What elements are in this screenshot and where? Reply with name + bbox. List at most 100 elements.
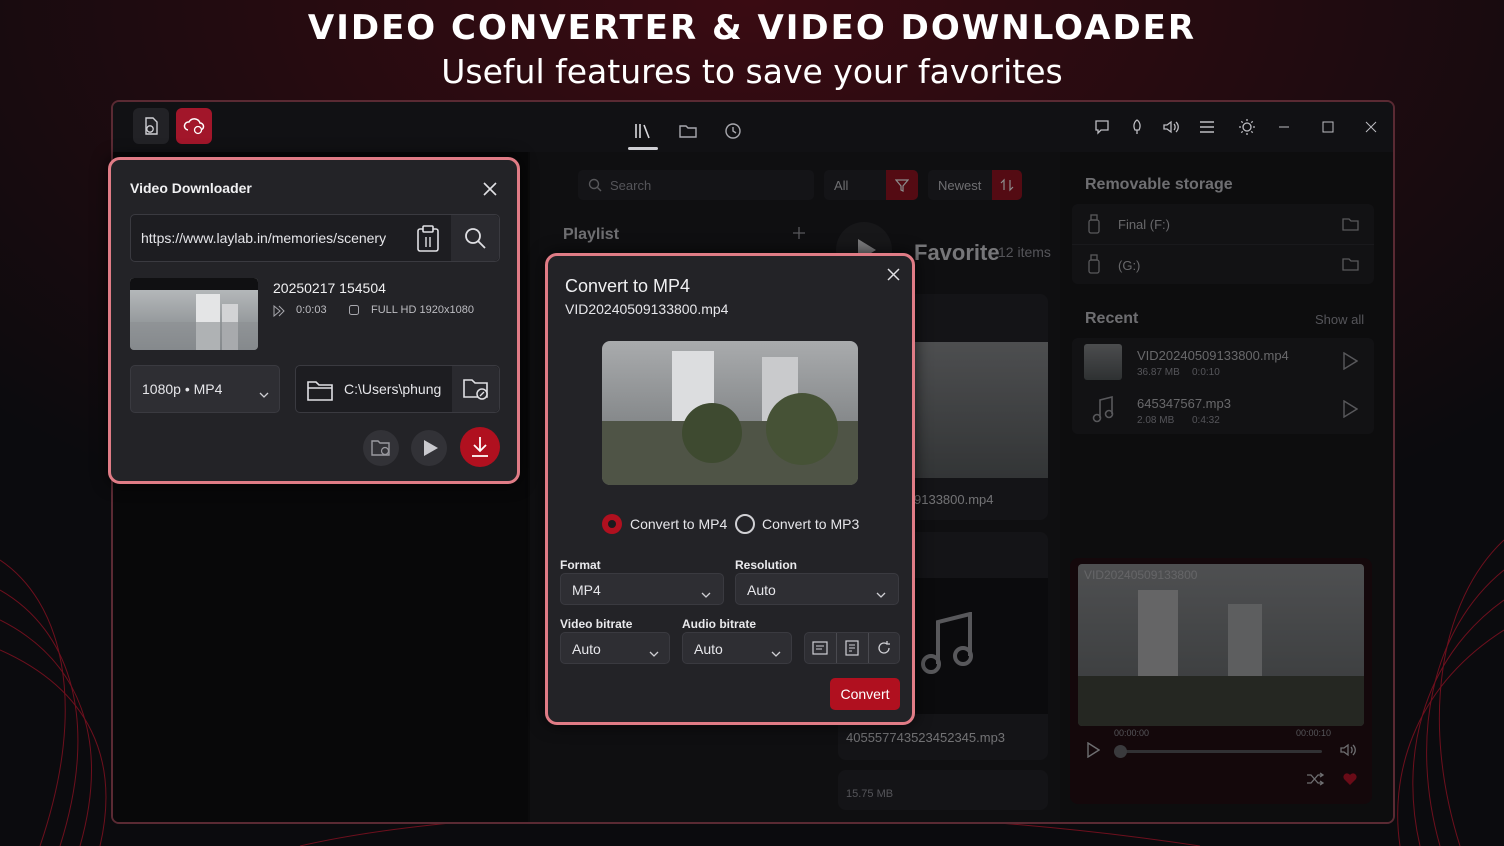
right-sidebar: Removable storage Final (F:) (G:) Recent… xyxy=(1060,152,1393,822)
music-note-icon xyxy=(1092,395,1114,429)
radio-convert-mp3[interactable] xyxy=(735,514,755,534)
radio-convert-mp4[interactable] xyxy=(602,514,622,534)
sort-select[interactable]: Newest xyxy=(928,170,1022,200)
chat-icon[interactable] xyxy=(1089,114,1115,140)
convert-dialog: Convert to MP4 VID20240509133800.mp4 Con… xyxy=(545,253,915,725)
convert-filename: VID20240509133800.mp4 xyxy=(565,301,729,317)
downloader-title: Video Downloader xyxy=(130,180,252,196)
close-icon[interactable] xyxy=(887,268,900,286)
format-dropdown[interactable]: 1080p • MP4 xyxy=(130,365,280,413)
history-icon[interactable] xyxy=(720,118,746,144)
add-playlist-icon[interactable] xyxy=(792,226,806,245)
show-all-link[interactable]: Show all xyxy=(1315,312,1364,327)
play-icon[interactable] xyxy=(1342,351,1359,375)
filter-icon[interactable] xyxy=(886,170,918,200)
audio-bitrate-label: Audio bitrate xyxy=(682,617,756,631)
trim-icon[interactable] xyxy=(811,640,829,661)
recent-thumbnail xyxy=(1084,344,1122,380)
player-seek-bar[interactable] xyxy=(1114,745,1322,758)
minimize-icon[interactable] xyxy=(1271,114,1297,140)
favorite-heart-icon[interactable] xyxy=(1342,772,1358,791)
recent-item[interactable]: VID20240509133800.mp4 36.87 MB 0:0:10 xyxy=(1072,338,1374,386)
audio-bitrate-dropdown[interactable]: Auto xyxy=(682,632,792,664)
rocket-icon[interactable] xyxy=(1124,114,1150,140)
drive-item[interactable]: (G:) xyxy=(1072,244,1374,284)
convert-button[interactable]: Convert xyxy=(830,678,900,710)
recent-size: 36.87 MB xyxy=(1137,367,1180,378)
search-icon xyxy=(464,227,486,254)
filter-value: All xyxy=(834,178,849,193)
subtitle-icon[interactable] xyxy=(843,640,861,661)
recent-duration: 0:0:10 xyxy=(1192,367,1220,378)
resolution-dropdown[interactable]: Auto xyxy=(735,573,899,605)
open-folder-icon[interactable] xyxy=(1342,256,1360,277)
usb-drive-icon xyxy=(1088,254,1100,279)
preview-play-button[interactable] xyxy=(411,430,447,466)
removable-storage-title: Removable storage xyxy=(1085,176,1233,193)
video-quality: FULL HD 1920x1080 xyxy=(371,304,474,316)
sort-icon[interactable] xyxy=(992,170,1022,200)
download-icon xyxy=(471,436,489,463)
save-path-field[interactable]: C:\Users\phung xyxy=(295,365,500,413)
recent-item[interactable]: 645347567.mp3 2.08 MB 0:4:32 xyxy=(1072,386,1374,434)
resolution-value: Auto xyxy=(747,582,776,598)
promo-subtitle: Useful features to save your favorites xyxy=(441,52,1063,91)
paste-icon[interactable] xyxy=(415,225,441,258)
cloud-download-icon[interactable] xyxy=(176,108,212,144)
resolution-label: Resolution xyxy=(735,558,797,572)
url-value: https://www.laylab.in/memories/scenery xyxy=(141,230,387,246)
radio-mp4-label: Convert to MP4 xyxy=(630,516,728,532)
sort-value: Newest xyxy=(938,178,982,193)
url-input[interactable]: https://www.laylab.in/memories/scenery xyxy=(130,214,500,262)
player-seek-knob[interactable] xyxy=(1114,745,1127,758)
active-tab-indicator xyxy=(628,147,658,150)
chevron-down-icon xyxy=(649,645,659,663)
card-filename: 9133800.mp4 xyxy=(914,492,994,507)
search-input[interactable]: Search xyxy=(578,170,814,200)
file-convert-icon[interactable] xyxy=(133,108,169,144)
folder-icon[interactable] xyxy=(675,118,701,144)
folder-icon xyxy=(307,379,333,406)
favorite-count: 12 items xyxy=(998,244,1051,260)
maximize-icon[interactable] xyxy=(1315,114,1341,140)
player-video[interactable]: VID20240509133800 xyxy=(1078,564,1364,726)
format-value: MP4 xyxy=(572,582,601,598)
format-dropdown[interactable]: MP4 xyxy=(560,573,724,605)
close-icon[interactable] xyxy=(483,182,497,201)
playlist-label: Playlist xyxy=(563,226,620,243)
close-icon[interactable] xyxy=(1358,114,1384,140)
browse-folder-button[interactable] xyxy=(452,366,499,412)
player-volume-icon[interactable] xyxy=(1340,742,1358,763)
play-icon[interactable] xyxy=(1342,399,1359,423)
library-icon[interactable] xyxy=(630,118,656,144)
edit-tools-group xyxy=(804,632,900,664)
convert-title: Convert to MP4 xyxy=(565,276,691,296)
drive-label: (G:) xyxy=(1118,258,1141,273)
folder-icon xyxy=(371,439,391,462)
drive-item[interactable]: Final (F:) xyxy=(1072,204,1374,245)
search-url-button[interactable] xyxy=(451,215,499,261)
video-bitrate-value: Auto xyxy=(572,641,601,657)
theme-icon[interactable] xyxy=(1234,114,1260,140)
shuffle-icon[interactable] xyxy=(1306,772,1325,791)
search-icon xyxy=(588,178,602,197)
player-play-icon[interactable] xyxy=(1086,741,1101,763)
save-path-value: C:\Users\phung xyxy=(344,381,442,397)
open-download-folder-button[interactable] xyxy=(363,430,399,466)
format-label: Format xyxy=(560,558,601,572)
open-folder-icon[interactable] xyxy=(1342,216,1360,237)
filter-select[interactable]: All xyxy=(824,170,918,200)
audio-bitrate-value: Auto xyxy=(694,641,723,657)
title-bar xyxy=(113,102,1393,152)
volume-icon[interactable] xyxy=(1159,114,1185,140)
download-button[interactable] xyxy=(460,427,500,467)
video-bitrate-dropdown[interactable]: Auto xyxy=(560,632,670,664)
video-downloader-dialog: Video Downloader https://www.laylab.in/m… xyxy=(108,157,520,484)
media-card[interactable]: 15.75 MB xyxy=(838,770,1048,810)
recent-duration: 0:4:32 xyxy=(1192,415,1220,426)
chevron-down-icon xyxy=(701,586,711,604)
card-filename: 405557743523452345.mp3 xyxy=(846,730,1006,745)
rotate-icon[interactable] xyxy=(875,640,893,661)
menu-icon[interactable] xyxy=(1194,114,1220,140)
chevron-down-icon xyxy=(771,645,781,663)
